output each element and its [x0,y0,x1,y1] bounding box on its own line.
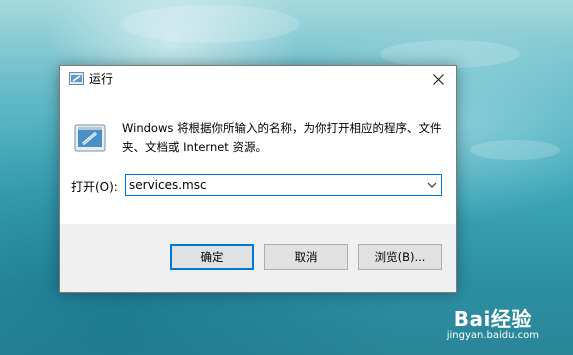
open-input[interactable] [129,176,419,194]
open-label: 打开(O): [71,180,118,194]
chevron-down-icon[interactable] [427,180,437,190]
title-bar[interactable]: 运行 [60,66,456,94]
open-combobox[interactable] [125,174,442,196]
run-dialog: 运行 Windows 将根据你所输入的名称，为你打开相应的程序、文件夹、文档或 … [59,65,457,293]
dialog-title: 运行 [89,72,114,86]
run-app-icon [69,72,84,85]
water-highlight [470,140,560,160]
water-highlight [380,40,520,68]
browse-button[interactable]: 浏览(B)... [358,244,442,270]
ok-button[interactable]: 确定 [170,244,254,270]
cancel-button[interactable]: 取消 [264,244,348,270]
run-program-icon [74,124,106,152]
baidu-jingyan-watermark: Bai经验 jingyan.baidu.com [447,303,539,341]
watermark-logo: Bai经验 [453,307,532,331]
button-bar: 确定 取消 浏览(B)... [60,224,456,292]
watermark-url: jingyan.baidu.com [446,330,539,341]
dialog-description: Windows 将根据你所输入的名称，为你打开相应的程序、文件夹、文档或 Int… [122,121,442,154]
close-button[interactable] [426,68,450,90]
water-highlight [120,5,300,43]
close-icon [432,73,444,85]
